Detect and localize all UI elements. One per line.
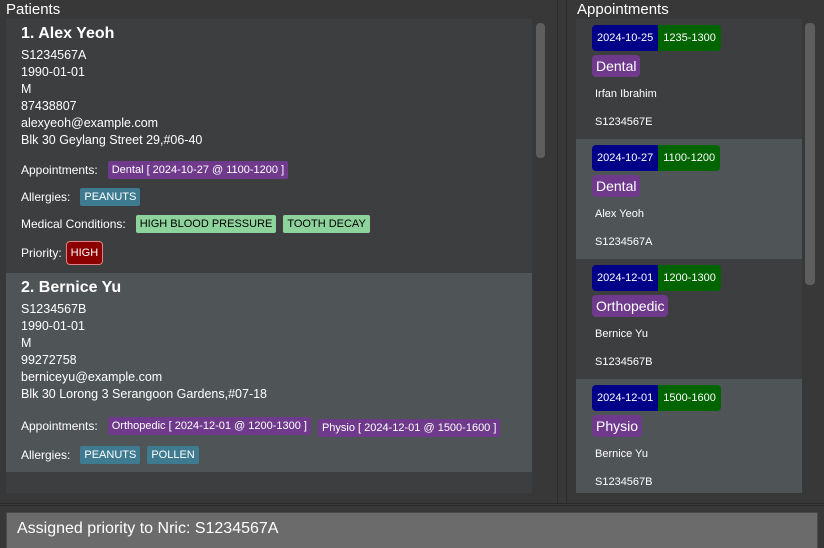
result-display: Assigned priority to Nric: S1234567A [6,512,818,548]
appointments-row: Appointments: Dental [ 2024-10-27 @ 1100… [21,161,517,179]
patient-name: 1. Alex Yeoh [21,25,115,42]
appointment-patient-nric: S1234567B [595,476,653,488]
appointment-card[interactable]: 2024-12-01 1500-1600 Physio Bernice Yu S… [576,379,802,493]
appointments-panel: Appointments 2024-10-25 1235-1300 Dental… [566,0,824,503]
allergies-row: Allergies: PEANUTS [21,188,517,206]
appointment-patient-name: Irfan Ibrahim [595,88,657,100]
patients-panel-title: Patients [6,1,61,18]
patient-email: alexyeoh@example.com [21,116,159,130]
condition-tag: HIGH BLOOD PRESSURE [135,215,277,233]
appointments-row: Appointments: Orthopedic [ 2024-12-01 @ … [21,415,517,437]
allergy-tag: PEANUTS [80,446,141,464]
appointment-type: Orthopedic [592,295,669,317]
medical-conditions-row: Medical Conditions: HIGH BLOOD PRESSURE … [21,215,517,233]
appointment-patient-name: Alex Yeoh [595,208,644,220]
patient-sex: M [21,82,32,96]
appointment-date: 2024-10-27 [592,145,659,171]
priority-row: Priority: HIGH [21,241,517,265]
result-text: Assigned priority to Nric: S1234567A [17,520,279,537]
patient-dob: 1990-01-01 [21,319,85,333]
appointment-type: Dental [592,55,641,77]
appointment-date: 2024-12-01 [592,265,659,291]
patient-dob: 1990-01-01 [21,65,85,79]
allergy-tag: PEANUTS [80,188,141,206]
appointment-card[interactable]: 2024-10-25 1235-1300 Dental Irfan Ibrahi… [576,19,802,139]
datetime-badge: 2024-10-25 1235-1300 [592,25,802,51]
patient-card[interactable]: 1. Alex Yeoh S1234567A 1990-01-01 M 8743… [6,19,532,273]
appointment-time: 1500-1600 [658,385,721,411]
appointments-label: Appointments: [21,163,98,177]
appointment-patient-nric: S1234567A [595,236,653,248]
appointments-panel-title: Appointments [577,1,669,18]
condition-tag: TOOTH DECAY [283,215,370,233]
panel-divider [0,503,824,506]
appointment-card[interactable]: 2024-12-01 1200-1300 Orthopedic Bernice … [576,259,802,379]
appointment-tag: Orthopedic [ 2024-12-01 @ 1200-1300 ] [107,417,311,435]
datetime-badge: 2024-12-01 1200-1300 [592,265,802,291]
appointment-patient-name: Bernice Yu [595,328,649,340]
appointments-label: Appointments: [21,419,98,433]
patient-name: 2. Bernice Yu [21,279,122,296]
appointment-tag: Physio [ 2024-12-01 @ 1500-1600 ] [317,419,501,437]
appointment-time: 1200-1300 [658,265,721,291]
appointment-patient-nric: S1234567E [595,116,653,128]
patient-list[interactable]: 1. Alex Yeoh S1234567A 1990-01-01 M 8743… [6,19,532,493]
datetime-badge: 2024-12-01 1500-1600 [592,385,802,411]
appointment-time: 1235-1300 [658,25,721,51]
allergy-tag: POLLEN [147,446,199,464]
patients-panel: Patients 1. Alex Yeoh S1234567A 1990-01-… [0,0,558,503]
patient-list-scrollbar[interactable] [536,23,545,158]
patient-nric: S1234567B [21,302,87,316]
allergies-label: Allergies: [21,190,71,204]
appointment-patient-nric: S1234567B [595,356,653,368]
patient-email: berniceyu@example.com [21,370,163,384]
patient-phone: 87438807 [21,99,77,113]
patient-sex: M [21,336,32,350]
appointment-list[interactable]: 2024-10-25 1235-1300 Dental Irfan Ibrahi… [576,19,802,493]
appointment-date: 2024-12-01 [592,385,659,411]
appointment-date: 2024-10-25 [592,25,659,51]
patient-phone: 99272758 [21,353,77,367]
appointment-type: Physio [592,415,643,437]
appointment-type: Dental [592,175,641,197]
appointment-patient-name: Bernice Yu [595,448,649,460]
patient-address: Blk 30 Lorong 3 Serangoon Gardens,#07-18 [21,387,268,401]
appointment-tag: Dental [ 2024-10-27 @ 1100-1200 ] [107,161,289,179]
priority-badge: HIGH [65,241,104,265]
patient-nric: S1234567A [21,48,87,62]
appointment-card[interactable]: 2024-10-27 1100-1200 Dental Alex Yeoh S1… [576,139,802,259]
app-window: Patients 1. Alex Yeoh S1234567A 1990-01-… [0,0,824,548]
allergies-label: Allergies: [21,448,71,462]
patient-card[interactable]: 2. Bernice Yu S1234567B 1990-01-01 M 992… [6,273,532,472]
appointment-list-scrollbar[interactable] [805,23,815,285]
datetime-badge: 2024-10-27 1100-1200 [592,145,802,171]
patient-address: Blk 30 Geylang Street 29,#06-40 [21,133,203,147]
medical-conditions-label: Medical Conditions: [21,217,126,231]
appointment-time: 1100-1200 [658,145,721,171]
priority-label: Priority: [21,246,62,260]
allergies-row: Allergies: PEANUTS POLLEN [21,446,517,464]
